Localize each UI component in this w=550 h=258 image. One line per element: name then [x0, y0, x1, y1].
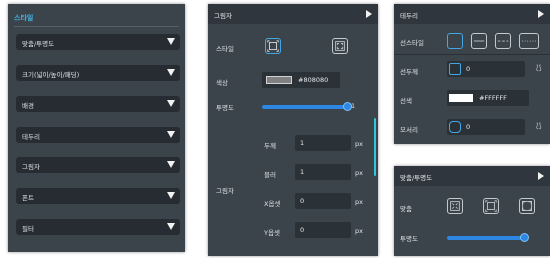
shadow-color-field[interactable]: #808080 [262, 72, 340, 88]
blur-label: 블러 [264, 171, 276, 179]
blur-input[interactable]: 1 [295, 164, 351, 180]
line-thickness-label: 선두께 [400, 68, 418, 76]
scrollbar-thumb[interactable] [374, 118, 376, 176]
line-color-field[interactable]: #FFFFFF [447, 90, 529, 106]
link-icon[interactable]: ⟅⟆ [536, 64, 541, 72]
line-color-hex: #FFFFFF [479, 94, 507, 102]
opacity-slider[interactable] [447, 233, 529, 242]
line-style-label: 선스타일 [400, 39, 424, 47]
align-fill-icon[interactable] [483, 198, 499, 214]
color-swatch[interactable] [266, 76, 292, 84]
collapse-arrow-icon[interactable] [366, 10, 372, 18]
link-icon[interactable]: ⟅⟆ [536, 122, 541, 130]
style-panel: 스타일 맞춤/투명도 크기(넓이/높이/패딩) 배경 테두리 그림자 폰트 필터 [8, 4, 185, 252]
y-offset-input[interactable]: 0 [295, 222, 351, 238]
section-label: 폰트 [22, 194, 34, 202]
color-swatch[interactable] [449, 94, 473, 102]
x-offset-value: 0 [300, 197, 305, 205]
corner-radius-field[interactable]: 0 [447, 119, 525, 135]
panel-header-title: 그림자 [214, 12, 232, 20]
shadow-panel-header[interactable]: 그림자 [208, 4, 378, 24]
opacity-label: 투명도 [400, 235, 418, 243]
border-panel: 테두리 선스타일 선두께 0 ⟅⟆ 선색 #FFFFFF 모서리 0 ⟅⟆ [394, 4, 550, 144]
thickness-unit: px [355, 140, 363, 148]
shadow-outer-style-icon[interactable] [265, 38, 281, 54]
line-color-label: 선색 [400, 97, 412, 105]
align-stretch-icon[interactable] [519, 198, 535, 214]
thickness-square-icon [449, 63, 461, 75]
line-thickness-value: 0 [466, 65, 471, 73]
corner-radius-icon [449, 121, 461, 133]
y-offset-value: 0 [300, 226, 305, 234]
line-style-solid-icon[interactable] [471, 33, 487, 49]
panel-header-title: 맞춤/투명도 [400, 174, 433, 182]
section-border[interactable]: 테두리 [16, 127, 180, 143]
x-offset-input[interactable]: 0 [295, 193, 351, 209]
panel-header-title: 테두리 [400, 12, 418, 20]
divider [394, 54, 550, 55]
caret-down-icon [167, 192, 175, 199]
shadow-panel: 그림자 스타일 색상 #808080 투명도 1 그림자 두께 1 px 블러 … [208, 4, 378, 256]
border-panel-header[interactable]: 테두리 [394, 4, 550, 24]
thickness-input[interactable]: 1 [295, 135, 351, 151]
shadow-label: 그림자 [216, 187, 234, 195]
section-align-opacity[interactable]: 맞춤/투명도 [16, 34, 180, 50]
corner-value: 0 [466, 123, 471, 131]
section-label: 크기(넓이/높이/패딩) [22, 71, 80, 79]
collapse-arrow-icon[interactable] [538, 172, 544, 180]
style-label: 스타일 [216, 45, 234, 53]
x-offset-unit: px [355, 198, 363, 206]
align-label: 맞춤 [400, 205, 412, 213]
caret-down-icon [167, 223, 175, 230]
color-label: 색상 [216, 79, 228, 87]
thickness-value: 1 [300, 139, 305, 147]
shadow-inner-style-icon[interactable] [332, 38, 348, 54]
section-label: 맞춤/투명도 [22, 40, 55, 48]
slider-fill [262, 105, 348, 109]
x-offset-label: X옵셋 [264, 200, 281, 208]
collapse-arrow-icon[interactable] [538, 10, 544, 18]
section-label: 배경 [22, 102, 34, 110]
align-opacity-panel: 맞춤/투명도 맞춤 투명도 [394, 166, 550, 256]
shadow-opacity-slider[interactable] [262, 102, 352, 111]
line-thickness-field[interactable]: 0 [447, 61, 525, 77]
section-filter[interactable]: 필터 [16, 219, 180, 235]
style-panel-title: 스타일 [14, 14, 34, 22]
title-divider [14, 26, 179, 27]
blur-unit: px [355, 169, 363, 177]
thickness-label: 두께 [264, 142, 276, 150]
caret-down-icon [167, 38, 175, 45]
align-fit-icon[interactable] [447, 198, 463, 214]
slider-fill [447, 236, 525, 240]
corner-label: 모서리 [400, 126, 418, 134]
section-label: 테두리 [22, 133, 40, 141]
caret-down-icon [167, 69, 175, 76]
caret-down-icon [167, 100, 175, 107]
section-background[interactable]: 배경 [16, 96, 180, 112]
align-panel-header[interactable]: 맞춤/투명도 [394, 166, 550, 186]
color-hex-value: #808080 [298, 76, 329, 84]
y-offset-label: Y옵셋 [264, 229, 280, 237]
section-shadow[interactable]: 그림자 [16, 157, 180, 173]
y-offset-unit: px [355, 227, 363, 235]
caret-down-icon [167, 131, 175, 138]
opacity-label: 투명도 [216, 104, 234, 112]
caret-down-icon [167, 161, 175, 168]
section-label: 필터 [22, 225, 34, 233]
line-style-dotted-icon[interactable] [519, 33, 539, 49]
opacity-value: 1 [351, 102, 356, 110]
line-style-dashed-icon[interactable] [495, 33, 511, 49]
slider-knob[interactable] [519, 233, 529, 242]
section-label: 그림자 [22, 163, 40, 171]
section-size[interactable]: 크기(넓이/높이/패딩) [16, 65, 180, 81]
section-font[interactable]: 폰트 [16, 188, 180, 204]
line-style-none-icon[interactable] [447, 33, 463, 49]
blur-value: 1 [300, 168, 305, 176]
